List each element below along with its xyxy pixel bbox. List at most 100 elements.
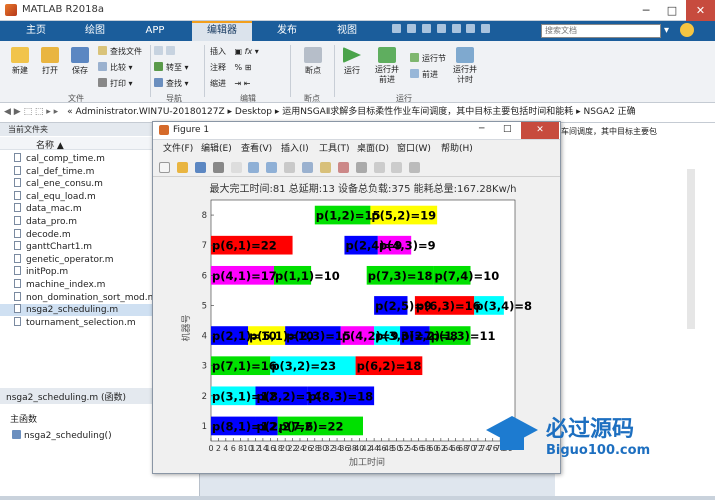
file-list-item[interactable]: decode.m — [14, 228, 71, 241]
nav-arrows[interactable] — [154, 46, 178, 56]
tab-apps[interactable]: APP — [130, 21, 180, 41]
tab-home[interactable]: 主页 — [16, 21, 56, 41]
breakpoint-button[interactable]: 断点 — [298, 47, 328, 76]
print-icon[interactable] — [212, 162, 224, 173]
insert-button[interactable]: 插入 ▣ fx ▾ — [210, 46, 259, 57]
tab-plots[interactable]: 绘图 — [70, 21, 120, 41]
file-name: cal_ene_consu.m — [26, 179, 103, 190]
y-tick-label: 6 — [202, 271, 207, 281]
save-quick-icon[interactable] — [392, 24, 401, 33]
goto-button[interactable]: 转至 ▾ — [154, 62, 189, 73]
figure-close-button[interactable]: ✕ — [521, 122, 559, 139]
notification-icon[interactable] — [680, 23, 694, 37]
indent-button[interactable]: 缩进 ⇥ ⇤ — [210, 78, 251, 89]
menu-desktop[interactable]: 桌面(D) — [357, 141, 389, 157]
m-file-icon — [14, 203, 21, 213]
tab-view[interactable]: 视图 — [322, 21, 372, 41]
insert-section-icon: ▣ — [234, 47, 243, 56]
percent-icon: % — [234, 63, 243, 72]
run-section-button[interactable]: 运行节 — [410, 53, 446, 64]
m-file-icon — [14, 253, 21, 263]
detail-section: 主函数 — [10, 415, 38, 425]
file-list-item[interactable]: machine_index.m — [14, 279, 105, 291]
menu-view[interactable]: 查看(V) — [241, 141, 272, 157]
new-button[interactable]: 新建 — [6, 47, 34, 76]
save-icon[interactable] — [194, 162, 206, 173]
maximize-button[interactable]: □ — [659, 0, 685, 21]
file-list-item[interactable]: cal_ene_consu.m — [14, 178, 103, 190]
menu-help[interactable]: 帮助(H) — [441, 141, 473, 157]
find-button[interactable]: 查找 ▾ — [154, 78, 189, 89]
nav-buttons[interactable]: ◀ ▶ ⬚ ⬚ ▸ ▸ — [0, 107, 58, 117]
function-item[interactable]: nsga2_scheduling() — [12, 430, 112, 441]
m-file-icon — [14, 279, 21, 288]
advance-icon — [410, 69, 419, 78]
print-button[interactable]: 打印 ▾ — [98, 78, 133, 89]
zoom-out-icon[interactable] — [266, 162, 278, 173]
address-bar[interactable]: ◀ ▶ ⬚ ⬚ ▸ ▸ « Administrator.WIN7U-201801… — [0, 103, 715, 123]
m-file-icon — [14, 153, 21, 162]
close-button[interactable]: ✕ — [686, 0, 715, 21]
link-icon[interactable] — [355, 162, 367, 173]
datatip-icon[interactable] — [319, 162, 331, 173]
run-button[interactable]: 运行 — [338, 47, 366, 76]
hide-tools-icon[interactable] — [409, 162, 421, 173]
menu-insert[interactable]: 插入(I) — [281, 141, 309, 157]
bar-label: p(4,3)=9 — [379, 239, 436, 253]
menu-edit[interactable]: 编辑(E) — [201, 141, 232, 157]
cut-icon[interactable] — [406, 24, 416, 33]
file-list-item[interactable]: cal_def_time.m — [14, 165, 94, 178]
tab-editor[interactable]: 编辑器 — [192, 21, 252, 41]
pointer-icon[interactable] — [230, 162, 242, 173]
copy-icon[interactable] — [421, 24, 431, 33]
run-advance-button[interactable]: 运行并 前进 — [370, 47, 404, 85]
scrollbar[interactable] — [687, 169, 695, 329]
bar-label: p(6,3)=16 — [416, 299, 481, 313]
tab-publish[interactable]: 发布 — [262, 21, 312, 41]
breadcrumb[interactable]: « Administrator.WIN7U-20180127Z ▸ Deskto… — [67, 107, 636, 117]
advance-button[interactable]: 前进 — [410, 69, 438, 80]
search-input[interactable]: 搜索文档 — [541, 24, 661, 38]
legend-icon[interactable] — [391, 162, 403, 173]
file-list-item[interactable]: data_pro.m — [14, 216, 77, 228]
open-button[interactable]: 打开 — [36, 47, 64, 76]
help-icon[interactable] — [481, 24, 491, 33]
save-button[interactable]: 保存 — [66, 47, 94, 76]
open-icon[interactable] — [176, 162, 188, 173]
undo-icon[interactable] — [451, 24, 461, 33]
new-figure-icon[interactable] — [159, 162, 170, 173]
colorbar-icon[interactable] — [373, 162, 385, 173]
file-list-item[interactable]: ganttChart1.m — [14, 241, 92, 253]
file-list-item[interactable]: cal_comp_time.m — [14, 153, 105, 165]
figure-maximize-button[interactable]: □ — [503, 124, 512, 134]
file-list-item[interactable]: cal_equ_load.m — [14, 190, 96, 203]
matlab-logo-icon — [5, 4, 17, 16]
menu-file[interactable]: 文件(F) — [163, 141, 193, 157]
name-column-header[interactable]: 名称 ▲ — [36, 138, 64, 151]
minimize-button[interactable]: ─ — [633, 0, 659, 21]
menu-window[interactable]: 窗口(W) — [397, 141, 431, 157]
brush-icon[interactable] — [337, 162, 349, 173]
file-list-item[interactable]: data_mac.m — [14, 203, 82, 215]
file-list-item[interactable]: tournament_selection.m — [14, 316, 136, 329]
redo-icon[interactable] — [466, 24, 476, 33]
run-time-button[interactable]: 运行并 计时 — [450, 47, 480, 85]
file-list-item[interactable]: genetic_operator.m — [14, 253, 113, 266]
find-files-button[interactable]: 查找文件 — [98, 46, 142, 57]
menu-tools[interactable]: 工具(T) — [319, 141, 350, 157]
divider — [150, 45, 151, 97]
rotate-icon[interactable] — [302, 162, 313, 173]
zoom-in-icon[interactable] — [248, 162, 260, 173]
figure-minimize-button[interactable]: ─ — [479, 124, 484, 134]
pan-icon[interactable] — [284, 162, 296, 173]
compare-button[interactable]: 比较 ▾ — [98, 62, 133, 73]
m-file-icon — [14, 304, 21, 314]
comment-button[interactable]: 注释 % ⊞ — [210, 62, 251, 73]
bar-label: p(8,3)=18 — [308, 389, 373, 403]
figure-title-bar: Figure 1 ─ □ ✕ — [153, 122, 560, 140]
file-list-item[interactable]: initPop.m — [14, 266, 68, 278]
bar-label: p(6,2)=18 — [357, 359, 422, 373]
filter-icon[interactable]: ▾ — [664, 25, 669, 36]
file-list-item[interactable]: non_domination_sort_mod.m — [14, 291, 156, 304]
paste-icon[interactable] — [436, 24, 446, 33]
